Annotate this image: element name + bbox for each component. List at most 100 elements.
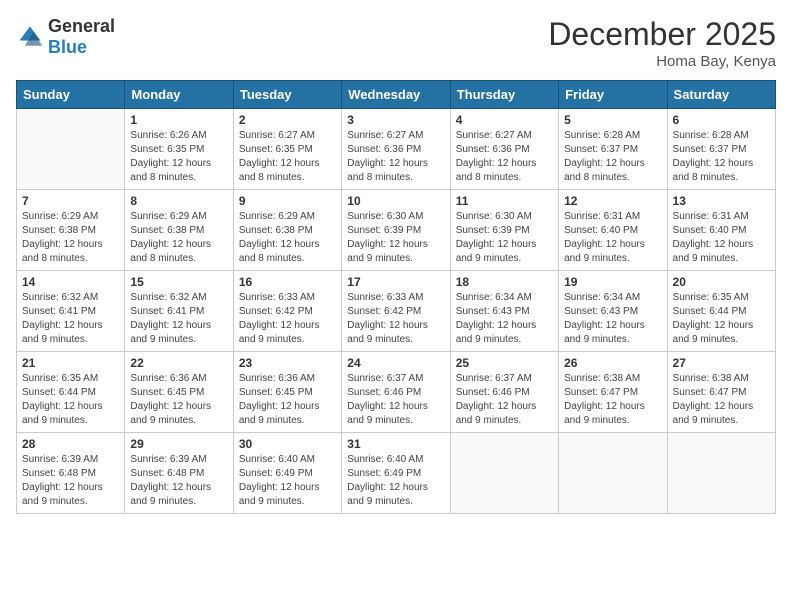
daylight-label: Daylight: 12 hours and 9 minutes. xyxy=(130,482,211,507)
daylight-label: Daylight: 12 hours and 9 minutes. xyxy=(22,482,103,507)
daylight-label: Daylight: 12 hours and 8 minutes. xyxy=(239,158,320,183)
sunrise-label: Sunrise: 6:38 AM xyxy=(673,373,749,384)
sunrise-label: Sunrise: 6:36 AM xyxy=(239,373,315,384)
day-info: Sunrise: 6:32 AM Sunset: 6:41 PM Daylight:… xyxy=(130,291,227,347)
day-info: Sunrise: 6:35 AMSunset: 6:44 PMDaylight:… xyxy=(673,291,770,347)
sunrise-label: Sunrise: 6:34 AM xyxy=(564,292,640,303)
sunrise-label: Sunrise: 6:35 AM xyxy=(673,292,749,303)
day-info: Sunrise: 6:29 AMSunset: 6:38 PMDaylight:… xyxy=(130,210,227,266)
day-number: 19 xyxy=(564,275,661,289)
sunset-label: Sunset: 6:38 PM xyxy=(239,225,313,236)
day-info: Sunrise: 6:30 AM Sunset: 6:39 PM Daylight:… xyxy=(347,210,444,266)
sunset-label: Sunset: 6:38 PM xyxy=(22,225,96,236)
day-info: Sunrise: 6:26 AMSunset: 6:35 PMDaylight:… xyxy=(130,129,227,185)
daylight-label: Daylight: 12 hours and 9 minutes. xyxy=(456,320,537,345)
sunset-label: Sunset: 6:40 PM xyxy=(673,225,747,236)
daylight-label: Daylight: 12 hours and 9 minutes. xyxy=(564,239,645,264)
table-row: 14Sunrise: 6:32 AMSunset: 6:41 PMDayligh… xyxy=(17,271,125,352)
sunrise-label: Sunrise: 6:32 AM xyxy=(130,292,206,303)
table-row: 19 Sunrise: 6:34 AMSunset: 6:43 PMDayligh… xyxy=(559,271,667,352)
day-number: 21 xyxy=(22,356,119,370)
day-info: Sunrise: 6:34 AMSunset: 6:43 PMDaylight:… xyxy=(456,291,553,347)
sunrise-label: Sunrise: 6:29 AM xyxy=(22,211,98,222)
daylight-label: Daylight: 12 hours and 9 minutes. xyxy=(239,482,320,507)
day-number: 9 xyxy=(239,194,336,208)
day-number: 20 xyxy=(673,275,770,289)
calendar-week-row: 21 Sunrise: 6:35 AM Sunset: 6:44 PM Dayligh… xyxy=(17,352,776,433)
table-row: 9Sunrise: 6:29 AMSunset: 6:38 PMDaylight… xyxy=(233,190,341,271)
table-row: 3Sunrise: 6:27 AMSunset: 6:36 PMDaylight… xyxy=(342,109,450,190)
day-info: Sunrise: 6:37 AMSunset: 6:46 PMDaylight:… xyxy=(347,372,444,428)
sunrise-label: Sunrise: 6:35 AM xyxy=(22,373,98,384)
calendar-week-row: 7 Sunrise: 6:29 AM Sunset: 6:38 PM Daylight… xyxy=(17,190,776,271)
sunset-label: Sunset: 6:48 PM xyxy=(22,468,96,479)
table-row: 5Sunrise: 6:28 AMSunset: 6:37 PMDaylight… xyxy=(559,109,667,190)
day-number: 7 xyxy=(22,194,119,208)
day-info: Sunrise: 6:39 AMSunset: 6:48 PMDaylight:… xyxy=(22,453,119,509)
day-info: Sunrise: 6:33 AMSunset: 6:42 PMDaylight:… xyxy=(347,291,444,347)
sunset-label: Sunset: 6:36 PM xyxy=(347,144,421,155)
daylight-label: Daylight: 12 hours and 9 minutes. xyxy=(239,401,320,426)
table-row: 22Sunrise: 6:36 AMSunset: 6:45 PMDayligh… xyxy=(125,352,233,433)
daylight-label: Daylight: 12 hours and 9 minutes. xyxy=(130,320,211,345)
sunrise-label: Sunrise: 6:28 AM xyxy=(673,130,749,141)
table-row: 15Sunrise: 6:32 AMSunset: 6:41 PMDayligh… xyxy=(125,271,233,352)
sunset-label: Sunset: 6:45 PM xyxy=(239,387,313,398)
table-row: 12Sunrise: 6:31 AMSunset: 6:40 PMDayligh… xyxy=(559,190,667,271)
col-thursday: Thursday xyxy=(450,81,558,109)
sunrise-label: Sunrise: 6:30 AM xyxy=(347,211,423,222)
sunset-label: Sunset: 6:47 PM xyxy=(673,387,747,398)
table-row: 30Sunrise: 6:40 AMSunset: 6:49 PMDayligh… xyxy=(233,433,341,514)
day-info: Sunrise: 6:27 AMSunset: 6:36 PMDaylight:… xyxy=(456,129,553,185)
table-row xyxy=(450,433,558,514)
calendar-week-row: 14Sunrise: 6:32 AMSunset: 6:41 PMDayligh… xyxy=(17,271,776,352)
table-row: 2Sunrise: 6:27 AMSunset: 6:35 PMDaylight… xyxy=(233,109,341,190)
sunrise-label: Sunrise: 6:30 AM xyxy=(456,211,532,222)
table-row xyxy=(559,433,667,514)
col-tuesday: Tuesday xyxy=(233,81,341,109)
calendar-header-row: Sunday Monday Tuesday Wednesday Thursday… xyxy=(17,81,776,109)
table-row: 16Sunrise: 6:33 AMSunset: 6:42 PMDayligh… xyxy=(233,271,341,352)
sunset-label: Sunset: 6:41 PM xyxy=(130,306,204,317)
table-row: 28Sunrise: 6:39 AMSunset: 6:48 PMDayligh… xyxy=(17,433,125,514)
day-number: 2 xyxy=(239,113,336,127)
title-block: December 2025 Homa Bay, Kenya xyxy=(548,16,776,70)
logo-icon xyxy=(16,23,44,51)
daylight-label: Daylight: 12 hours and 9 minutes. xyxy=(347,320,428,345)
sunrise-label: Sunrise: 6:37 AM xyxy=(456,373,532,384)
day-number: 3 xyxy=(347,113,444,127)
table-row: 7 Sunrise: 6:29 AM Sunset: 6:38 PM Daylight… xyxy=(17,190,125,271)
month-title: December 2025 xyxy=(548,16,776,53)
sunset-label: Sunset: 6:35 PM xyxy=(239,144,313,155)
daylight-label: Daylight: 12 hours and 8 minutes. xyxy=(22,239,103,264)
day-number: 31 xyxy=(347,437,444,451)
daylight-label: Daylight: 12 hours and 9 minutes. xyxy=(456,401,537,426)
day-info: Sunrise: 6:38 AMSunset: 6:47 PMDaylight:… xyxy=(564,372,661,428)
sunset-label: Sunset: 6:39 PM xyxy=(347,225,421,236)
day-number: 26 xyxy=(564,356,661,370)
sunset-label: Sunset: 6:37 PM xyxy=(673,144,747,155)
col-monday: Monday xyxy=(125,81,233,109)
sunset-label: Sunset: 6:39 PM xyxy=(456,225,530,236)
daylight-label: Daylight: 12 hours and 9 minutes. xyxy=(347,482,428,507)
day-info: Sunrise: 6:31 AMSunset: 6:40 PMDaylight:… xyxy=(673,210,770,266)
table-row: 13Sunrise: 6:31 AMSunset: 6:40 PMDayligh… xyxy=(667,190,775,271)
day-info: Sunrise: 6:34 AMSunset: 6:43 PMDaylight:… xyxy=(564,291,661,347)
day-number: 24 xyxy=(347,356,444,370)
logo: General Blue xyxy=(16,16,115,58)
sunset-label: Sunset: 6:42 PM xyxy=(347,306,421,317)
daylight-label: Daylight: 12 hours and 9 minutes. xyxy=(456,239,537,264)
sunset-label: Sunset: 6:45 PM xyxy=(130,387,204,398)
day-info: Sunrise: 6:29 AM Sunset: 6:38 PM Daylight:… xyxy=(22,210,119,266)
sunrise-label: Sunrise: 6:36 AM xyxy=(130,373,206,384)
col-friday: Friday xyxy=(559,81,667,109)
day-info: Sunrise: 6:33 AMSunset: 6:42 PMDaylight:… xyxy=(239,291,336,347)
sunset-label: Sunset: 6:44 PM xyxy=(22,387,96,398)
sunrise-label: Sunrise: 6:33 AM xyxy=(239,292,315,303)
day-info: Sunrise: 6:31 AMSunset: 6:40 PMDaylight:… xyxy=(564,210,661,266)
table-row: 21Sunrise: 6:35 AMSunset: 6:44 PMDayligh… xyxy=(17,352,125,433)
daylight-label: Daylight: 12 hours and 9 minutes. xyxy=(347,239,428,264)
day-number: 27 xyxy=(673,356,770,370)
table-row: 18Sunrise: 6:34 AMSunset: 6:43 PMDayligh… xyxy=(450,271,558,352)
table-row: 10Sunrise: 6:30 AMSunset: 6:39 PMDayligh… xyxy=(342,190,450,271)
